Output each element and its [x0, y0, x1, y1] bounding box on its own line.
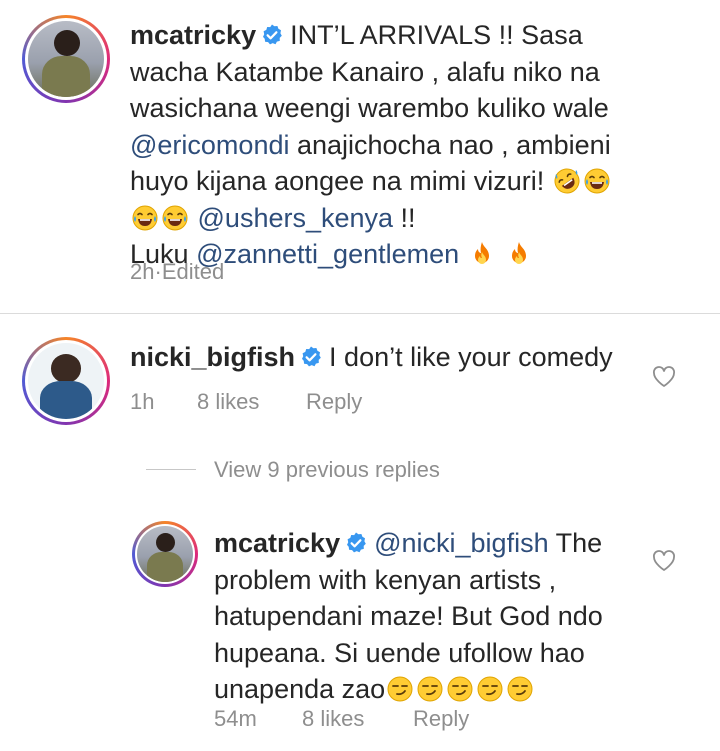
- comment-meta: 54m 8 likes Reply: [214, 706, 469, 732]
- tears-of-joy-emoji: [132, 205, 158, 231]
- smirk-emoji: [477, 676, 503, 702]
- comment-body: mcatricky INT’L ARRIVALS !! Sasa wacha Ka…: [130, 17, 700, 273]
- avatar[interactable]: [22, 337, 110, 425]
- mention-link[interactable]: @nicki_bigfish: [374, 528, 549, 558]
- avatar[interactable]: [22, 15, 110, 103]
- comment-text: !!: [393, 202, 416, 233]
- verified-badge-icon: [299, 345, 323, 369]
- avatar[interactable]: [132, 521, 198, 587]
- smirk-emoji: [447, 676, 473, 702]
- divider: [0, 313, 720, 314]
- comment-text: INT’L ARRIVALS !! Sasa: [290, 20, 583, 50]
- meta-separator: ·: [154, 259, 162, 284]
- comment-body: nicki_bigfish I don’t like your comedy: [130, 339, 650, 376]
- reply-button[interactable]: Reply: [413, 706, 469, 732]
- comment-username[interactable]: nicki_bigfish: [130, 342, 295, 372]
- comment-text: problem with kenyan artists ,: [214, 564, 557, 595]
- comment-text: anajichocha nao , ambieni: [289, 129, 611, 160]
- comment-meta: 2h · Edited: [130, 259, 224, 285]
- heart-outline-icon[interactable]: [651, 548, 677, 574]
- verified-badge-icon: [260, 23, 284, 47]
- comment-text: unapenda zao: [214, 674, 386, 704]
- comment-text: hatupendani maze! But God ndo: [214, 601, 603, 631]
- reply-button[interactable]: Reply: [306, 389, 362, 415]
- comment-meta: 1h 8 likes Reply: [130, 389, 362, 415]
- mention-link[interactable]: @ushers_kenya: [198, 203, 394, 233]
- comment-text: hupeana. Si uende ufollow hao: [214, 637, 585, 668]
- smirk-emoji: [417, 676, 443, 702]
- comment-time: 2h: [130, 259, 155, 284]
- rofl-emoji: [554, 168, 580, 194]
- comment-username[interactable]: mcatricky: [130, 20, 256, 50]
- comment-text: wacha Katambe Kanairo , alafu niko na: [130, 56, 600, 87]
- comment-body: mcatricky @nicki_bigfish The problem with…: [214, 525, 644, 708]
- comment-text: The: [548, 528, 603, 558]
- comment-username[interactable]: mcatricky: [214, 528, 340, 558]
- likes-count[interactable]: 8 likes: [302, 706, 413, 732]
- verified-badge-icon: [344, 531, 368, 555]
- smirk-emoji: [387, 676, 413, 702]
- tears-of-joy-emoji: [584, 168, 610, 194]
- view-replies-line: [146, 469, 196, 470]
- heart-outline-icon[interactable]: [651, 364, 677, 390]
- smirk-emoji: [507, 676, 533, 702]
- comment-time: 1h: [130, 389, 155, 414]
- likes-count[interactable]: 8 likes: [197, 389, 306, 415]
- comment-text: I don’t like your comedy: [329, 342, 613, 372]
- fire-emoji: [506, 241, 532, 267]
- comment-time: 54m: [214, 706, 257, 731]
- mention-link[interactable]: @zannetti_gentlemen: [196, 239, 459, 269]
- fire-emoji: [469, 241, 495, 267]
- view-previous-replies-button[interactable]: View 9 previous replies: [214, 457, 440, 483]
- edited-label: Edited: [161, 259, 225, 284]
- mention-link[interactable]: @ericomondi: [130, 130, 289, 160]
- tears-of-joy-emoji: [162, 205, 188, 231]
- comment-text: huyo kijana aongee na mimi vizuri!: [130, 166, 552, 196]
- comment-text: wasichana weengi warembo kuliko wale: [130, 93, 609, 123]
